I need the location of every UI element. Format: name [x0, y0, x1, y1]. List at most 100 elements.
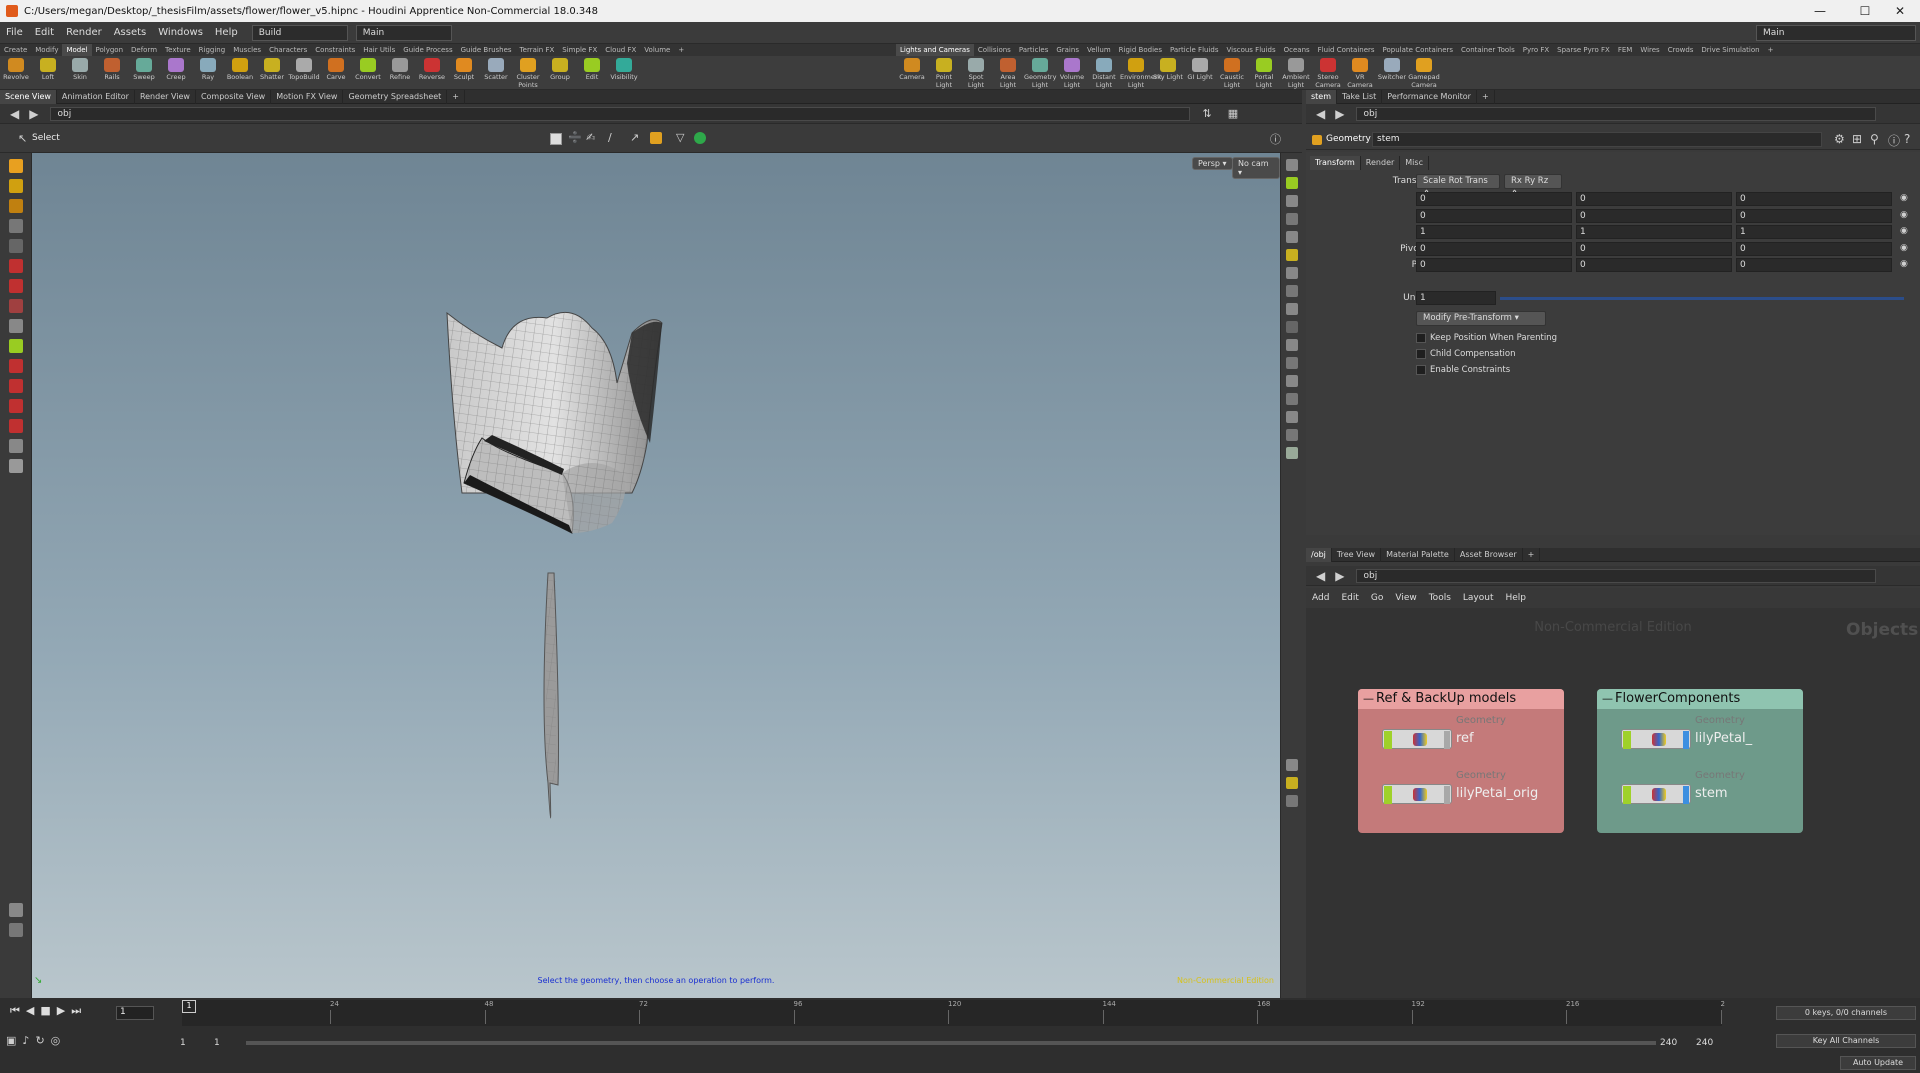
step-back-icon[interactable]: ◀	[26, 1004, 34, 1018]
tool-group[interactable]: Group	[544, 56, 576, 81]
subtab-transform[interactable]: Transform	[1310, 156, 1361, 170]
network-box-header[interactable]: Ref & BackUp models	[1358, 689, 1564, 709]
grid-icon[interactable]	[1285, 777, 1298, 789]
shelf-tab-texture[interactable]: Texture	[161, 44, 195, 56]
maximize-icon[interactable]: ☐	[1845, 0, 1885, 22]
node-body[interactable]	[1621, 729, 1691, 749]
frame-marker[interactable]: 1	[182, 1000, 196, 1013]
shelf-tab-oceans[interactable]: Oceans	[1280, 44, 1314, 56]
left-tab-animation-editor[interactable]: Animation Editor	[57, 89, 135, 104]
shelf-tab-wires[interactable]: Wires	[1636, 44, 1663, 56]
add-tab-icon[interactable]: +	[447, 89, 465, 104]
tool-convert[interactable]: Convert	[352, 56, 384, 81]
select-groups-icon[interactable]	[650, 132, 662, 144]
net-forward-arrow-icon[interactable]: ▶	[1335, 569, 1344, 583]
tool-edit[interactable]: Edit	[576, 56, 608, 81]
curve-snap-icon[interactable]	[8, 379, 23, 393]
tool-boolean[interactable]: Boolean	[224, 56, 256, 81]
shelf-tab-populate-containers[interactable]: Populate Containers	[1379, 44, 1458, 56]
net-tab-obj[interactable]: /obj	[1306, 547, 1332, 562]
shelf-tab-modify[interactable]: Modify	[31, 44, 62, 56]
shelf-tab-crowds[interactable]: Crowds	[1664, 44, 1698, 56]
audio-icon[interactable]: ♪	[22, 1034, 29, 1047]
enable-constraints-checkbox[interactable]	[1416, 365, 1426, 375]
tool-geometry-light[interactable]: Geometry Light	[1024, 56, 1056, 89]
desktop-select[interactable]: Main	[355, 24, 452, 41]
transform-tool-icon[interactable]	[8, 179, 23, 193]
tool-cluster-points[interactable]: Cluster Points	[512, 56, 544, 89]
menu-edit[interactable]: Edit	[29, 27, 60, 38]
handle-tool-icon[interactable]	[8, 199, 23, 213]
timeline-scrubber[interactable]: 1 24 48 72 96 120 144 168 192 216 2	[182, 1000, 1725, 1026]
shelf-tab-guide-brushes[interactable]: Guide Brushes	[457, 44, 516, 56]
auto-update-button[interactable]: Auto Update	[1840, 1056, 1916, 1070]
pivot-translate-field-z[interactable]: 0	[1736, 241, 1892, 256]
question-icon[interactable]: ?	[1904, 132, 1910, 146]
add-tab-icon[interactable]: +	[1477, 89, 1495, 104]
pivot-translate-field-y[interactable]: 0	[1576, 241, 1732, 256]
left-tab-motion-fx-view[interactable]: Motion FX View	[271, 89, 344, 104]
menu-help[interactable]: Help	[209, 27, 244, 38]
menu-assets[interactable]: Assets	[108, 27, 153, 38]
tool-skin[interactable]: Skin	[64, 56, 96, 81]
param-tab-performance-monitor[interactable]: Performance Monitor	[1382, 89, 1477, 104]
camera-view-icon[interactable]	[1285, 447, 1298, 459]
tool-gamepad-camera[interactable]: Gamepad Camera	[1408, 56, 1440, 89]
tool-stereo-camera[interactable]: Stereo Camera	[1312, 56, 1344, 89]
display-eye-icon[interactable]	[1285, 159, 1298, 171]
display-flag[interactable]	[1623, 786, 1631, 804]
tool-ambient-light[interactable]: Ambient Light	[1280, 56, 1312, 89]
pivot-rotate-field-z[interactable]: 0	[1736, 258, 1892, 272]
keep-position-checkbox[interactable]	[1416, 333, 1426, 343]
tool-environment-light[interactable]: Environment Light	[1120, 56, 1162, 89]
shelf-tab-deform[interactable]: Deform	[127, 44, 161, 56]
tool-portal-light[interactable]: Portal Light	[1248, 56, 1280, 89]
jump-start-icon[interactable]: ⏮	[10, 1004, 20, 1018]
net-menu-help[interactable]: Help	[1500, 593, 1533, 603]
forward-arrow-icon[interactable]: ▶	[29, 107, 38, 121]
ghost-icon[interactable]	[1285, 213, 1298, 225]
left-path-field[interactable]: obj	[50, 106, 1191, 121]
add-shelf-tab-icon[interactable]: +	[1764, 44, 1778, 56]
lock-icon[interactable]	[1285, 195, 1298, 207]
render-region-icon[interactable]	[8, 903, 23, 917]
shelf-tab-vellum[interactable]: Vellum	[1083, 44, 1115, 56]
node-body[interactable]	[1621, 784, 1691, 804]
back-arrow-icon[interactable]: ◀	[10, 107, 19, 121]
camera-tool-icon[interactable]	[8, 319, 23, 333]
shelf-tab-simple-fx[interactable]: Simple FX	[558, 44, 601, 56]
rotate-field-y[interactable]: 0	[1576, 208, 1732, 223]
rotate-channel-icon[interactable]: ◉	[1900, 210, 1908, 220]
lighting-icon[interactable]	[1285, 231, 1298, 243]
network-path-field[interactable]: obj	[1356, 568, 1877, 583]
tool-vr-camera[interactable]: VR Camera	[1344, 56, 1376, 89]
shelf-tab-muscles[interactable]: Muscles	[229, 44, 265, 56]
param-forward-arrow-icon[interactable]: ▶	[1335, 107, 1344, 121]
tool-area-light[interactable]: Area Light	[992, 56, 1024, 89]
select-connected-icon[interactable]	[694, 132, 706, 144]
tool-sweep[interactable]: Sweep	[128, 56, 160, 81]
rotate-field-x[interactable]: 0	[1416, 208, 1572, 223]
play-icon[interactable]: ▶	[57, 1004, 65, 1018]
info-icon[interactable]	[1285, 759, 1298, 771]
snap-tool-icon[interactable]	[8, 259, 23, 273]
secure-selection-icon[interactable]: ▽	[676, 131, 684, 144]
shelf-tab-fem[interactable]: FEM	[1614, 44, 1637, 56]
render-flag[interactable]	[1444, 731, 1450, 749]
brush-select-icon[interactable]: ✍	[586, 131, 595, 144]
close-icon[interactable]: ✕	[1880, 0, 1920, 22]
tool-loft[interactable]: Loft	[32, 56, 64, 81]
uniform-scale-slider[interactable]	[1500, 297, 1904, 300]
scale-field-z[interactable]: 1	[1736, 225, 1892, 239]
grid-snap-icon[interactable]	[8, 359, 23, 373]
tool-distant-light[interactable]: Distant Light	[1088, 56, 1120, 89]
shelf-tab-fluid-containers[interactable]: Fluid Containers	[1314, 44, 1379, 56]
search-icon[interactable]: ⚲	[1870, 132, 1879, 146]
tool-carve[interactable]: Carve	[320, 56, 352, 81]
pivot-rotate-field-x[interactable]: 0	[1416, 258, 1572, 272]
eye-icon[interactable]	[1285, 795, 1298, 807]
net-menu-add[interactable]: Add	[1306, 593, 1335, 603]
view-tool-icon[interactable]	[8, 239, 23, 253]
add-shelf-tab-icon[interactable]: +	[674, 44, 688, 56]
text-abc-icon[interactable]	[1285, 411, 1298, 423]
